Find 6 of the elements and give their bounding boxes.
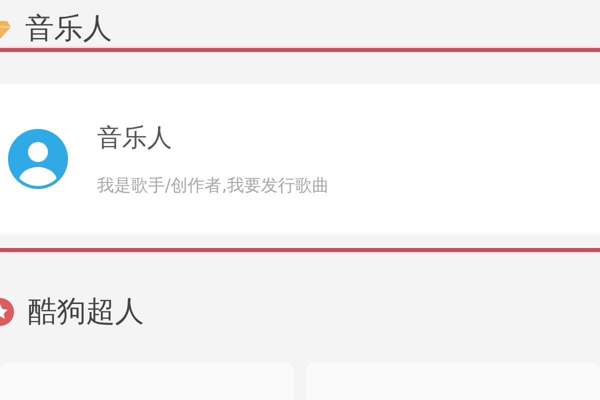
card-subtitle: 我是歌手/创作者,我要发行歌曲 [97, 175, 330, 197]
avatar-icon [8, 129, 68, 189]
section-title: 酷狗超人 [28, 293, 144, 330]
musician-card[interactable]: 音乐人 我是歌手/创作者,我要发行歌曲 [0, 84, 600, 234]
section-title: 音乐人 [25, 10, 112, 47]
card-title: 音乐人 [97, 122, 173, 154]
